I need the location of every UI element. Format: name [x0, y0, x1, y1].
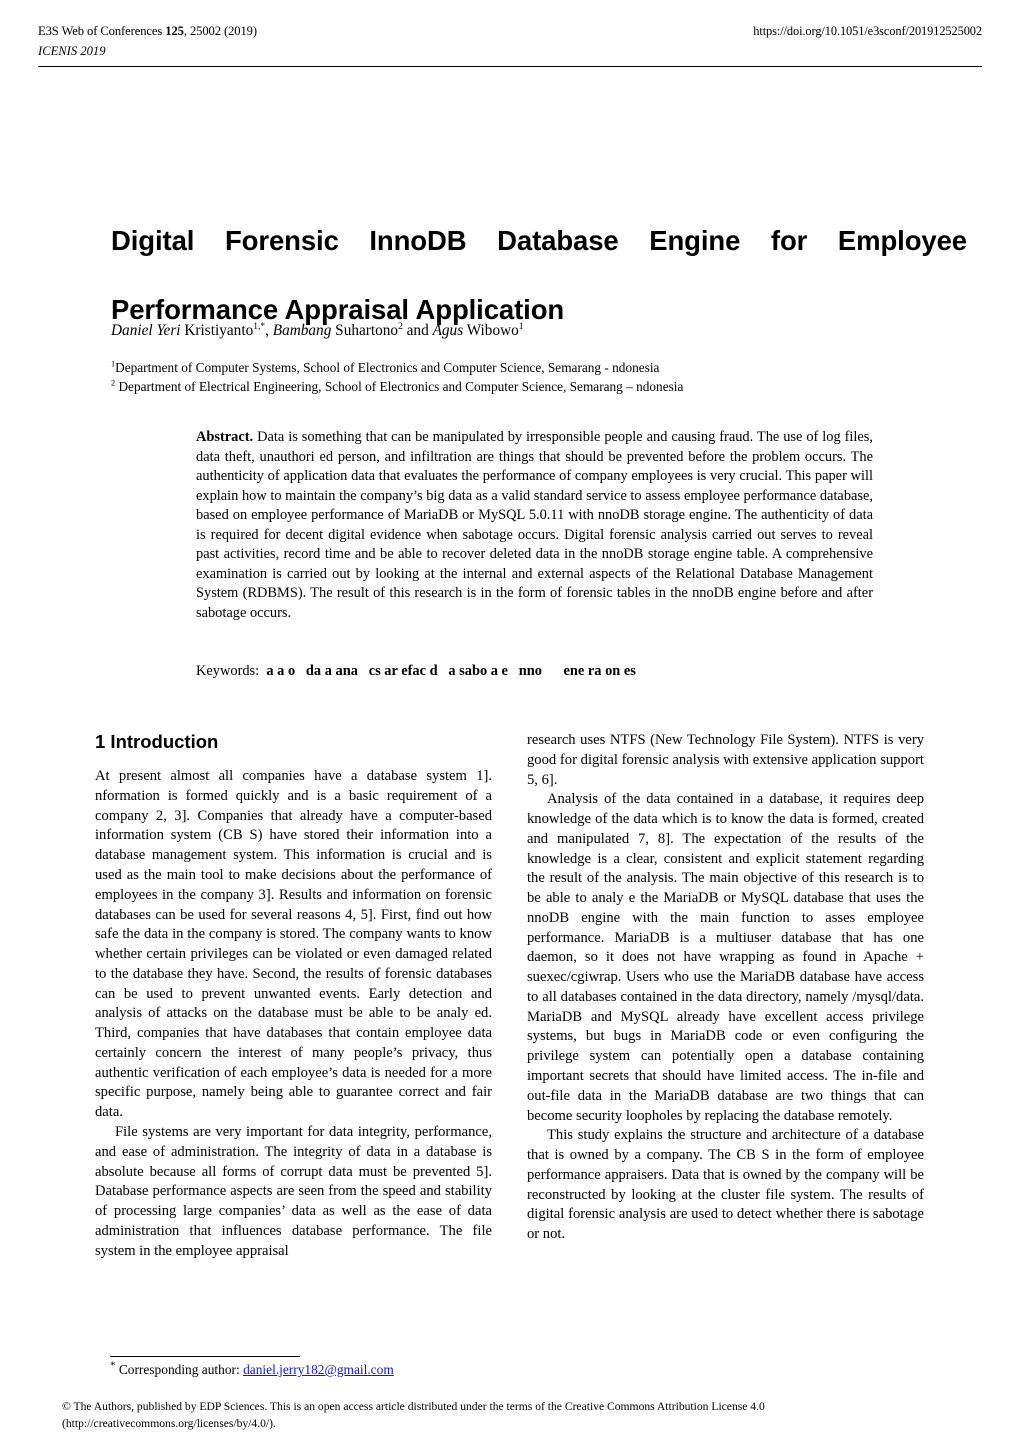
author-3-given: Agus: [432, 322, 464, 339]
journal-name: E3S Web of Conferences: [38, 24, 166, 38]
journal-citation: E3S Web of Conferences 125, 25002 (2019): [38, 22, 257, 41]
author-list: Daniel Yeri Kristiyanto1,*, Bambang Suha…: [111, 320, 967, 341]
paragraph: Analysis of the data contained in a data…: [527, 791, 924, 1124]
paragraph: File systems are very important for data…: [95, 1123, 492, 1259]
footnote-divider: [110, 1356, 300, 1357]
copyright-line-1: © The Authors, published by EDP Sciences…: [62, 1400, 765, 1413]
keywords-list: a a o da a ana cs ar efac d a sabo a e n…: [259, 663, 636, 679]
affiliation-2: 2 Department of Electrical Engineering, …: [111, 377, 967, 396]
journal-volume: 125: [165, 24, 184, 38]
page-title: Digital Forensic InnoDB Database Engine …: [111, 224, 967, 328]
copyright-notice: © The Authors, published by EDP Sciences…: [62, 1398, 970, 1433]
body-column-right: research uses NTFS (New Technology File …: [527, 731, 924, 1245]
footnote-label: Corresponding author:: [115, 1362, 244, 1377]
header-divider: [38, 66, 982, 67]
affiliation-1-text: Department of Computer Systems, School o…: [115, 360, 660, 375]
author-1-given: Daniel Yeri: [111, 322, 181, 339]
abstract-label: Abstract.: [196, 429, 254, 445]
affiliation-list: 1Department of Computer Systems, School …: [111, 358, 967, 397]
section-heading-introduction: 1 Introduction: [95, 731, 219, 752]
keywords: Keywords: a a o da a ana cs ar efac d a …: [196, 662, 873, 681]
author-1-family: Kristiyanto: [180, 322, 254, 339]
affiliation-1: 1Department of Computer Systems, School …: [111, 358, 967, 377]
affiliation-2-text: Department of Electrical Engineering, Sc…: [115, 379, 684, 395]
abstract: Abstract. Data is something that can be …: [196, 428, 873, 623]
paragraph: research uses NTFS (New Technology File …: [527, 732, 924, 788]
footnote-corresponding-author: * Corresponding author: daniel.jerry182@…: [110, 1360, 650, 1379]
author-3-affiliation-marker: 1: [518, 321, 524, 332]
doi-link[interactable]: https://doi.org/10.1051/e3sconf/20191252…: [753, 22, 982, 41]
author-separator-2: and: [402, 322, 433, 339]
page-title-line1: Digital Forensic InnoDB Database Engine …: [111, 225, 967, 256]
author-2-family: Suhartono: [331, 322, 399, 339]
author-3-family: Wibowo: [463, 322, 519, 339]
paper-page: E3S Web of Conferences 125, 25002 (2019)…: [0, 0, 1020, 1442]
copyright-license-url: (http://creativecommons.org/licenses/by/…: [62, 1417, 276, 1431]
author-separator-1: ,: [265, 322, 273, 339]
conference-name: ICENIS 2019: [38, 43, 106, 58]
corresponding-author-email-link[interactable]: daniel.jerry182@gmail.com: [243, 1362, 394, 1377]
journal-article-number: , 25002 (2019): [183, 24, 257, 38]
abstract-text: Data is something that can be manipulate…: [196, 429, 873, 621]
author-2-given: Bambang: [272, 322, 332, 339]
paragraph: This study explains the structure and ar…: [527, 1127, 924, 1243]
keywords-label: Keywords:: [196, 663, 260, 679]
paragraph: At present almost all companies have a d…: [95, 768, 492, 1121]
running-head: E3S Web of Conferences 125, 25002 (2019)…: [38, 22, 982, 61]
author-1-affiliation-marker: 1,*: [253, 321, 266, 332]
running-head-row: E3S Web of Conferences 125, 25002 (2019)…: [38, 22, 982, 41]
body-column-left: 1 Introduction At present almost all com…: [95, 731, 492, 1261]
